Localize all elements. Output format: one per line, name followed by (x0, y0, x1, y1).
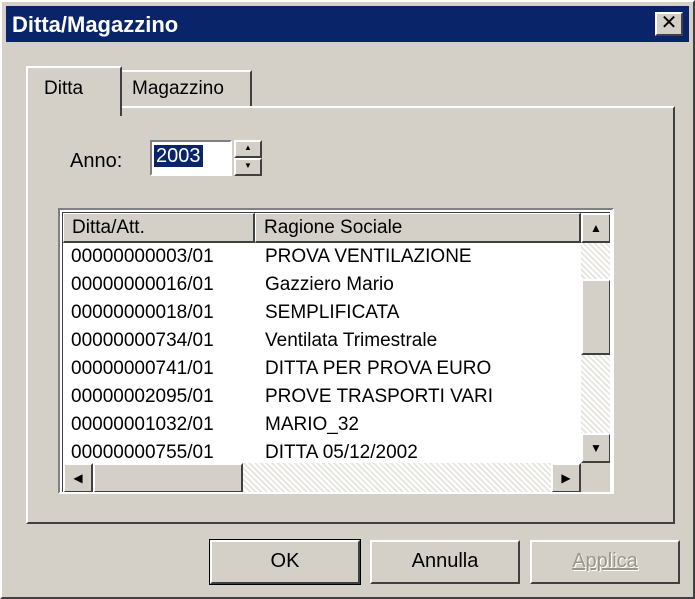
arrow-up-icon: ▲ (244, 143, 252, 152)
window-title: Ditta/Magazzino (12, 12, 179, 37)
horizontal-scrollbar[interactable]: ◀ ▶ (63, 463, 581, 492)
list-body: Ditta/Att. Ragione Sociale 00000000003/0… (62, 212, 610, 492)
cell-ragione-sociale: PROVE TRASPORTI VARI (265, 386, 494, 407)
column-header-ditta[interactable]: Ditta/Att. (63, 213, 255, 243)
table-row[interactable]: 00000000018/01 SEMPLIFICATA (63, 299, 581, 327)
vertical-scroll-thumb[interactable] (581, 279, 610, 355)
anno-value: 2003 (154, 145, 203, 167)
arrow-right-icon: ▶ (561, 471, 571, 485)
cell-ditta: 00000000734/01 (71, 330, 214, 351)
cell-ditta: 00000000741/01 (71, 358, 214, 379)
cell-ragione-sociale: DITTA PER PROVA EURO (265, 358, 492, 379)
arrow-up-icon: ▲ (590, 221, 602, 235)
cell-ragione-sociale: SEMPLIFICATA (265, 302, 400, 323)
table-row[interactable]: 00000000734/01 Ventilata Trimestrale (63, 327, 581, 355)
ok-button[interactable]: OK (209, 539, 361, 585)
table-row[interactable]: 00000000003/01 PROVA VENTILAZIONE (63, 243, 581, 271)
tab-ditta-label: Ditta (44, 78, 84, 99)
scroll-right-button[interactable]: ▶ (551, 463, 581, 492)
ditta-list[interactable]: Ditta/Att. Ragione Sociale 00000000003/0… (58, 208, 614, 494)
scroll-up-button[interactable]: ▲ (581, 213, 610, 243)
column-header-ragione-sociale[interactable]: Ragione Sociale (255, 213, 581, 243)
cell-ditta: 00000000018/01 (71, 302, 214, 323)
table-row[interactable]: 00000001032/01 MARIO_32 (63, 411, 581, 439)
horizontal-scroll-thumb[interactable] (93, 463, 243, 492)
cell-ditta: 00000002095/01 (71, 386, 214, 407)
dialog-window: Ditta/Magazzino ✕ Ditta Magazzino Anno: … (0, 0, 695, 599)
spin-up-button[interactable]: ▲ (234, 140, 262, 158)
table-row[interactable]: 00000002095/01 PROVE TRASPORTI VARI (63, 383, 581, 411)
cell-ditta: 00000000755/01 (71, 442, 214, 463)
applica-label: Applica (572, 550, 638, 572)
vertical-scrollbar[interactable]: ▲ ▼ (581, 213, 610, 463)
column-header-label: Ragione Sociale (264, 217, 403, 238)
arrow-left-icon: ◀ (73, 471, 83, 485)
arrow-down-icon: ▼ (244, 161, 252, 170)
table-row[interactable]: 00000000741/01 DITTA PER PROVA EURO (63, 355, 581, 383)
anno-input[interactable]: 2003 (150, 140, 232, 176)
arrow-down-icon: ▼ (590, 441, 602, 455)
scrollbar-corner (581, 463, 610, 492)
annulla-button[interactable]: Annulla (370, 540, 520, 584)
cell-ragione-sociale: MARIO_32 (265, 414, 359, 435)
table-rows: 00000000003/01 PROVA VENTILAZIONE 000000… (63, 243, 581, 467)
applica-button: Applica (530, 540, 680, 584)
scroll-down-button[interactable]: ▼ (581, 433, 610, 463)
table-row[interactable]: 00000000016/01 Gazziero Mario (63, 271, 581, 299)
close-button[interactable]: ✕ (655, 12, 683, 36)
tab-magazzino-label: Magazzino (132, 78, 224, 99)
spin-down-button[interactable]: ▼ (234, 158, 262, 176)
column-header-label: Ditta/Att. (72, 217, 145, 238)
cell-ragione-sociale: DITTA 05/12/2002 (265, 442, 418, 463)
cell-ragione-sociale: PROVA VENTILAZIONE (265, 246, 472, 267)
cell-ditta: 00000000003/01 (71, 246, 214, 267)
tab-magazzino[interactable]: Magazzino (120, 70, 252, 106)
scroll-left-button[interactable]: ◀ (63, 463, 93, 492)
anno-spinner: ▲ ▼ (234, 140, 262, 176)
cell-ragione-sociale: Ventilata Trimestrale (265, 330, 438, 351)
ok-label: OK (270, 550, 300, 572)
annulla-label: Annulla (411, 550, 479, 572)
cell-ragione-sociale: Gazziero Mario (265, 274, 394, 295)
tab-ditta[interactable]: Ditta (26, 66, 122, 116)
anno-label: Anno: (70, 150, 123, 172)
title-bar: Ditta/Magazzino ✕ (6, 6, 689, 42)
cell-ditta: 00000000016/01 (71, 274, 214, 295)
tab-panel-ditta: Anno: 2003 ▲ ▼ Ditta/Att. Ragione Social… (26, 106, 675, 524)
cell-ditta: 00000001032/01 (71, 414, 214, 435)
close-icon: ✕ (660, 12, 678, 34)
